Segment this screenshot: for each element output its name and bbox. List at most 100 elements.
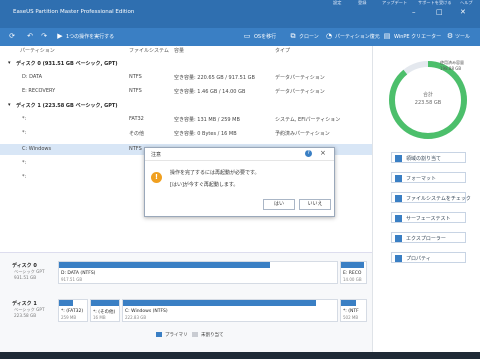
used-bar (341, 262, 364, 268)
partition-fs: その他 (129, 131, 145, 137)
no-button[interactable]: いいえ (299, 199, 331, 210)
allocate-icon (395, 155, 402, 162)
legend-primary-swatch (156, 332, 162, 337)
col-filesystem[interactable]: ファイルシステム (129, 47, 169, 54)
partition-type: データパーティション (275, 89, 325, 95)
tools-button[interactable]: ツール (455, 33, 470, 40)
taskbar (0, 352, 480, 359)
format-button[interactable]: フォーマット (391, 172, 466, 183)
col-partition[interactable]: パーティション (20, 47, 55, 54)
refresh-icon[interactable]: ⟳ (8, 32, 16, 40)
partition-type: システム, EFIパーティション (275, 117, 341, 123)
top-link-update[interactable]: アップデート (382, 0, 407, 6)
table-row[interactable]: D: DATA NTFS 空き容量: 220.65 GB / 917.51 GB… (0, 72, 372, 83)
disk-map-partition[interactable]: D: DATA (NTFS) 917.51 GB (58, 261, 338, 284)
disk1-size: 223.58 GB (14, 313, 37, 318)
used-bar (91, 300, 119, 306)
clone-button[interactable]: クローン (299, 33, 319, 40)
migrate-os-button[interactable]: OSを移行 (254, 33, 276, 40)
help-icon[interactable]: ? (305, 150, 312, 157)
tools-icon: ⚙ (446, 32, 454, 40)
partition-recovery-icon: ◔ (325, 32, 333, 40)
partition-type: データパーティション (275, 75, 325, 81)
used-bar (123, 300, 316, 306)
used-bar (59, 300, 73, 306)
toolbar: ⟳ ↶ ↷ ▶ 1つの操作を実行する ▭ OSを移行 ⧉ クローン ◔ パーティ… (0, 28, 480, 46)
check-filesystem-button[interactable]: ファイルシステムをチェック (391, 192, 471, 203)
winpe-creator-button[interactable]: WinPE クリエーター (394, 33, 441, 40)
partition-recovery-button[interactable]: パーティション復元 (335, 33, 380, 40)
top-link-settings[interactable]: 設定 (333, 0, 341, 6)
disk1-label: ディスク 1 (12, 301, 37, 307)
gauge-center-value: 223.58 GB (415, 100, 442, 106)
gauge-center-label: 合計 (423, 91, 433, 98)
app-title: EaseUS Partition Master Professional Edi… (13, 9, 135, 15)
disk-map-partition[interactable]: *: (その他) 16 MB (90, 299, 120, 322)
top-links: 設定 登録 アップデート サポートを受ける ヘルプ (320, 0, 480, 6)
partition-capacity: 空き容量: 220.65 GB / 917.51 GB (174, 75, 255, 81)
disk-row[interactable]: ▾ ディスク 1 (223.58 GB ベーシック, GPT) (0, 100, 372, 111)
table-row[interactable]: E: RECOVERY NTFS 空き容量: 1.46 GB / 14.00 G… (0, 86, 372, 97)
partition-name: *: (22, 130, 27, 136)
table-row[interactable]: *: FAT32 空き容量: 131 MB / 259 MB システム, EFI… (0, 114, 372, 125)
play-icon[interactable]: ▶ (56, 32, 64, 40)
table-row[interactable]: *: その他 空き容量: 0 Bytes / 16 MB 予約済みパーティション (0, 128, 372, 139)
partition-name: *: (22, 116, 27, 122)
partition-capacity: 空き容量: 1.46 GB / 14.00 GB (174, 89, 246, 95)
clone-icon: ⧉ (290, 32, 296, 40)
partition-name: *: (22, 174, 27, 180)
properties-icon (395, 255, 402, 262)
undo-icon[interactable]: ↶ (26, 32, 34, 40)
partition-type: 予約済みパーティション (275, 131, 330, 137)
used-bar (59, 262, 271, 268)
top-link-support[interactable]: サポートを受ける (418, 0, 452, 6)
close-icon[interactable]: ✕ (460, 8, 466, 16)
partition-capacity: 空き容量: 131 MB / 259 MB (174, 117, 240, 123)
disk-map-partition[interactable]: *: (NTF 502 MB (340, 299, 367, 322)
partition-fs: FAT32 (129, 116, 144, 122)
warning-icon: ! (151, 172, 162, 183)
partition-name: C: Windows (22, 146, 52, 152)
expand-icon[interactable]: ▾ (8, 102, 11, 108)
disk-map-partition[interactable]: E: RECO 14.00 GB (340, 261, 367, 284)
disk-name: ディスク 1 (223.58 GB ベーシック, GPT) (16, 103, 118, 109)
allocate-space-button[interactable]: 領域の割り当て (391, 152, 466, 163)
top-link-register[interactable]: 登録 (358, 0, 366, 6)
winpe-icon: ▤ (383, 32, 391, 40)
migrate-os-icon: ▭ (243, 32, 251, 40)
maximize-icon[interactable]: □ (436, 8, 443, 16)
disk-map-partition[interactable]: *: (FAT32) 259 MB (58, 299, 88, 322)
legend-unallocated-swatch (192, 332, 198, 337)
explorer-button[interactable]: エクスプローラー (391, 232, 466, 243)
redo-icon[interactable]: ↷ (40, 32, 48, 40)
partition-name: E: RECOVERY (22, 88, 56, 94)
pending-operations-button[interactable]: 1つの操作を実行する (66, 33, 114, 40)
disk-name: ディスク 0 (931.51 GB ベーシック, GPT) (16, 61, 118, 67)
format-icon (395, 175, 402, 182)
restart-dialog: 注意 ? × ! 操作を完了するには再起動が必要です。 [はい]が今すぐ再起動し… (144, 147, 335, 217)
gauge-used-value: 198.88 GB (440, 66, 462, 71)
surface-test-button[interactable]: サーフェーステスト (391, 212, 466, 223)
legend-primary: プライマリ (165, 333, 188, 338)
check-icon (395, 195, 402, 202)
properties-button[interactable]: プロパティ (391, 252, 466, 263)
explorer-icon (395, 235, 402, 242)
yes-button[interactable]: はい (263, 199, 295, 210)
disk-row[interactable]: ▾ ディスク 0 (931.51 GB ベーシック, GPT) (0, 58, 372, 69)
minimize-icon[interactable]: – (412, 8, 416, 16)
expand-icon[interactable]: ▾ (8, 60, 11, 66)
dialog-message-2: [はい]が今すぐ再起動します。 (170, 182, 239, 188)
used-bar (341, 300, 356, 306)
partition-fs: NTFS (129, 88, 142, 94)
disk0-label: ディスク 0 (12, 263, 37, 269)
disk-map-partition[interactable]: C: Windows (NTFS) 222.83 GB (122, 299, 338, 322)
partition-fs: NTFS (129, 74, 142, 80)
partition-name: D: DATA (22, 74, 43, 80)
partition-name: *: (22, 160, 27, 166)
dialog-title: 注意 (151, 152, 162, 158)
col-type[interactable]: タイプ (275, 47, 290, 54)
partition-fs: NTFS (129, 146, 142, 152)
col-capacity[interactable]: 容量 (174, 47, 184, 54)
top-link-help[interactable]: ヘルプ (460, 0, 473, 6)
dialog-close-icon[interactable]: × (320, 149, 326, 157)
